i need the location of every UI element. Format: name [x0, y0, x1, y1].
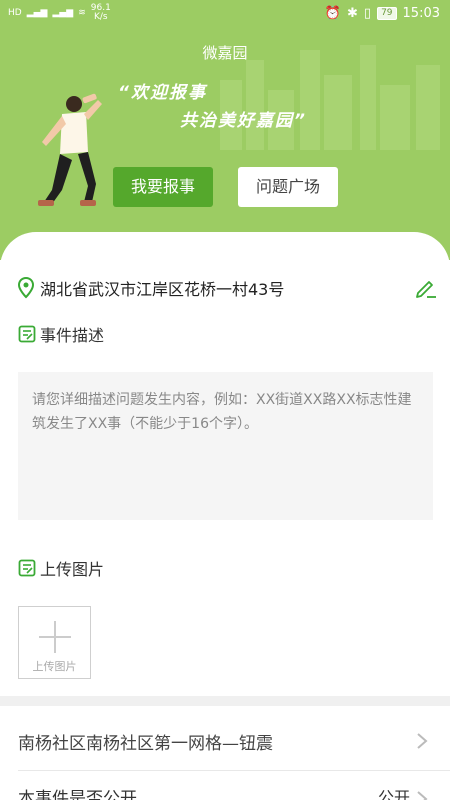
chevron-right-icon	[417, 733, 428, 749]
signal-icon-2: ▂▄▆	[52, 8, 74, 18]
form-doc-icon	[18, 325, 36, 343]
form-doc-icon	[18, 559, 36, 577]
battery-indicator: 79	[377, 7, 397, 20]
plus-icon	[39, 621, 71, 653]
upload-section-title: 上传图片	[18, 556, 104, 580]
status-bar: HD ▂▄▆ ▂▄▆ ≋ 96.1 K/s ⏰ ✱ ▯ 79 15:03	[0, 0, 450, 30]
community-grid-row[interactable]: 南杨社区南杨社区第一网格—钮震	[0, 716, 450, 766]
slogan-line-1: “欢迎报事	[118, 83, 207, 103]
chevron-right-icon	[417, 791, 428, 800]
description-title-text: 事件描述	[40, 326, 105, 345]
upload-box-label: 上传图片	[32, 660, 77, 673]
question-square-button[interactable]: 问题广场	[238, 167, 338, 207]
hd-icon: HD	[8, 8, 22, 18]
edit-icon[interactable]	[414, 276, 438, 300]
slogan-line-2: 共治美好嘉园”	[180, 111, 307, 131]
person-illustration	[38, 93, 102, 206]
address-text: 湖北省武汉市江岸区花桥一村43号	[40, 280, 285, 299]
public-setting-value: 公开	[377, 788, 410, 800]
app-title: 微嘉园	[202, 44, 248, 62]
report-form-card: 湖北省武汉市江岸区花桥一村43号 事件描述 请您详细描述问题发生内容，例如：XX…	[0, 232, 450, 800]
public-setting-label: 本事件是否公开	[18, 789, 137, 800]
report-button[interactable]: 我要报事	[113, 167, 213, 207]
public-setting-row[interactable]: 本事件是否公开 公开	[0, 784, 450, 800]
wifi-icon: ≋	[78, 8, 86, 18]
network-speed: 96.1 K/s	[90, 3, 111, 22]
upload-image-button[interactable]: 上传图片	[18, 606, 91, 679]
description-section-title: 事件描述	[18, 322, 104, 346]
bluetooth-icon: ✱	[347, 6, 358, 21]
community-grid-text: 南杨社区南杨社区第一网格—钮震	[18, 733, 273, 754]
description-textarea[interactable]: 请您详细描述问题发生内容，例如：XX街道XX路XX标志性建筑发生了XX事（不能少…	[18, 372, 433, 520]
signal-icon: ▂▄▆	[26, 8, 48, 18]
section-divider	[0, 696, 450, 706]
alarm-icon: ⏰	[324, 6, 342, 21]
header-banner: HD ▂▄▆ ▂▄▆ ≋ 96.1 K/s ⏰ ✱ ▯ 79 15:03 微嘉园…	[0, 0, 450, 260]
location-pin-icon	[18, 277, 34, 299]
address-row[interactable]: 湖北省武汉市江岸区花桥一村43号	[18, 274, 438, 302]
vibrate-icon: ▯	[363, 6, 372, 21]
row-divider	[18, 770, 450, 771]
clock: 15:03	[402, 6, 440, 21]
upload-title-text: 上传图片	[40, 560, 105, 579]
